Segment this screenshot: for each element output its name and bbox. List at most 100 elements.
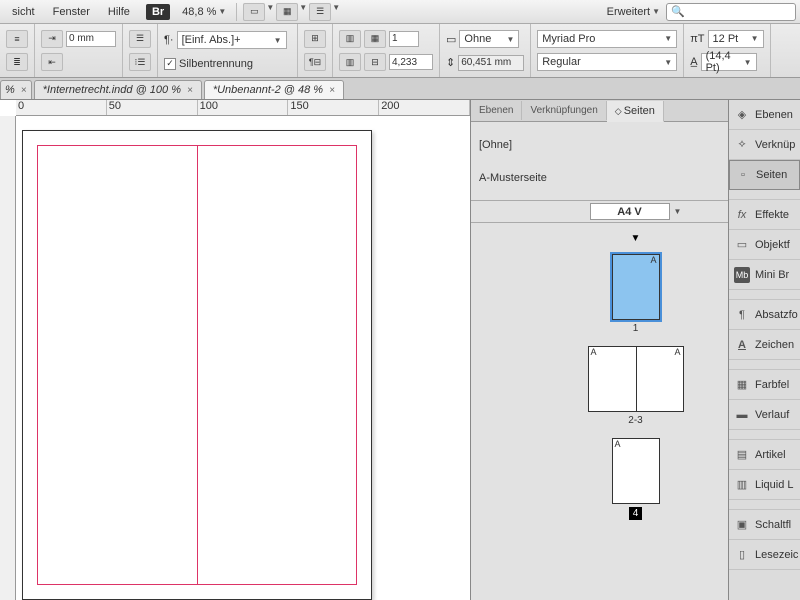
paragraph-style-dropdown[interactable]: [Einf. Abs.]+▼: [177, 31, 287, 49]
columns-icon[interactable]: ▦: [364, 30, 386, 48]
dock-gradient[interactable]: ▬Verlauf: [729, 400, 800, 430]
align-left-icon[interactable]: ≡: [6, 30, 28, 48]
chevron-down-icon[interactable]: ▼: [674, 207, 682, 216]
indent-right-icon[interactable]: ⇤: [41, 53, 63, 71]
para-style-icon: ¶·: [164, 34, 174, 46]
document-tab-1[interactable]: *Internetrecht.indd @ 100 %×: [34, 80, 202, 99]
search-icon: 🔍: [671, 5, 685, 18]
right-dock: ◈Ebenen ⟡Verknüp ▫Seiten fxEffekte ▭Obje…: [728, 100, 800, 600]
close-icon[interactable]: ×: [21, 85, 27, 96]
tab-pages[interactable]: ◇Seiten: [607, 101, 664, 122]
menu-window[interactable]: Fenster: [45, 3, 98, 21]
menu-view[interactable]: sicht: [4, 3, 43, 21]
ruler-vertical: [0, 116, 16, 600]
font-size-dropdown[interactable]: 12 Pt▼: [708, 30, 764, 48]
canvas[interactable]: 0 50 100 150 200: [0, 100, 470, 600]
ruler-horizontal: 0 50 100 150 200: [16, 100, 470, 116]
numbered-list-icon[interactable]: ⁝☰: [129, 53, 151, 71]
workspace-dropdown[interactable]: Erweitert▼: [603, 4, 664, 20]
menu-help[interactable]: Hilfe: [100, 3, 138, 21]
screen-mode-icon[interactable]: ▭: [243, 3, 265, 21]
links-icon: ⟡: [734, 137, 750, 153]
close-icon[interactable]: ×: [187, 85, 193, 96]
columns-input[interactable]: [389, 31, 419, 47]
dock-pages[interactable]: ▫Seiten: [729, 160, 800, 190]
dock-mini-bridge[interactable]: MbMini Br: [729, 260, 800, 290]
tab-suffix[interactable]: %×: [0, 80, 32, 99]
tab-links[interactable]: Verknüpfungen: [522, 101, 606, 120]
tab-layers[interactable]: Ebenen: [471, 101, 522, 120]
dock-layers[interactable]: ◈Ebenen: [729, 100, 800, 130]
spread-start-marker: ▼: [631, 233, 641, 244]
search-input[interactable]: [689, 6, 791, 18]
font-style-dropdown[interactable]: Regular▼: [537, 53, 677, 71]
leading-icon: A̲: [690, 56, 697, 68]
liquid-icon: ▥: [734, 477, 750, 493]
dock-articles[interactable]: ▤Artikel: [729, 440, 800, 470]
dock-liquid[interactable]: ▥Liquid L: [729, 470, 800, 500]
split-columns-icon[interactable]: ▥: [339, 53, 361, 71]
hyphenation-checkbox[interactable]: ✓: [164, 58, 176, 70]
document-tab-2[interactable]: *Unbenannt-2 @ 48 %×: [204, 80, 344, 99]
arrange-icon[interactable]: ▦: [276, 3, 298, 21]
dock-character-styles[interactable]: AZeichen: [729, 330, 800, 360]
bridge-icon[interactable]: Br: [146, 4, 170, 20]
effects-icon: fx: [734, 207, 750, 223]
shading-dropdown[interactable]: Ohne▼: [459, 30, 519, 48]
bridge-icon: Mb: [734, 267, 750, 283]
character-icon: A: [734, 337, 750, 353]
page-size-dropdown[interactable]: A4 V: [590, 203, 670, 220]
baseline-shift-icon[interactable]: ¶⊟: [304, 53, 326, 71]
indent-left-icon[interactable]: ⇥: [41, 30, 63, 48]
font-dropdown[interactable]: Myriad Pro▼: [537, 30, 677, 48]
height-icon: ⇕: [446, 56, 455, 69]
dock-paragraph-styles[interactable]: ¶Absatzfo: [729, 300, 800, 330]
control-bar: ≡ ≣ ⇥ ⇤ ☰ ⁝☰ ¶· [Einf. Abs.]+▼ ✓ Silbent…: [0, 24, 800, 78]
span-columns-icon[interactable]: ▥: [339, 30, 361, 48]
height-input[interactable]: [458, 55, 524, 71]
font-size-icon: πT: [690, 33, 704, 45]
view-options-group: ▭▼: [243, 3, 274, 21]
dock-bookmarks[interactable]: ▯Lesezeic: [729, 540, 800, 570]
view-settings-icon[interactable]: ☰: [309, 3, 331, 21]
swatches-icon: ▦: [734, 377, 750, 393]
bookmarks-icon: ▯: [734, 547, 750, 563]
column-guide: [197, 145, 198, 585]
menu-bar: sicht Fenster Hilfe Br 48,8 %▼ ▭▼ ▦▼ ☰▼ …: [0, 0, 800, 24]
gradient-icon: ▬: [734, 407, 750, 423]
object-styles-icon: ▭: [734, 237, 750, 253]
dock-buttons[interactable]: ▣Schaltfl: [729, 510, 800, 540]
gutter-icon[interactable]: ⊟: [364, 53, 386, 71]
spacing-input[interactable]: [389, 54, 433, 70]
page-thumbnail-4[interactable]: A: [612, 438, 660, 504]
main-area: 0 50 100 150 200 Ebenen Verknüpfungen ◇S…: [0, 100, 800, 600]
shading-icon: ▭: [446, 33, 456, 46]
page-number: 1: [633, 323, 639, 334]
dock-object-styles[interactable]: ▭Objektf: [729, 230, 800, 260]
pages-icon: ▫: [735, 167, 751, 183]
dock-swatches[interactable]: ▦Farbfel: [729, 370, 800, 400]
arrange-group: ▦▼: [276, 3, 307, 21]
leading-dropdown[interactable]: (14,4 Pt)▼: [701, 53, 757, 71]
articles-icon: ▤: [734, 447, 750, 463]
list-icon[interactable]: ☰: [129, 30, 151, 48]
close-icon[interactable]: ×: [329, 85, 335, 96]
zoom-dropdown[interactable]: 48,8 %▼: [178, 4, 230, 20]
layers-icon: ◈: [734, 107, 750, 123]
hyphenation-label: Silbentrennung: [179, 58, 253, 70]
buttons-icon: ▣: [734, 517, 750, 533]
indent-input[interactable]: [66, 31, 116, 47]
dock-links[interactable]: ⟡Verknüp: [729, 130, 800, 160]
baseline-icon[interactable]: ⊞: [304, 30, 326, 48]
align-justify-icon[interactable]: ≣: [6, 53, 28, 71]
page-thumbnail-1[interactable]: A: [612, 254, 660, 320]
page-number: 4: [629, 507, 643, 520]
options-group: ☰▼: [309, 3, 340, 21]
page-number: 2-3: [628, 415, 642, 426]
paragraph-icon: ¶: [734, 307, 750, 323]
page-spread-2-3[interactable]: A A: [588, 346, 684, 412]
document-page[interactable]: [22, 130, 372, 600]
dock-effects[interactable]: fxEffekte: [729, 200, 800, 230]
search-box[interactable]: 🔍: [666, 3, 796, 21]
document-tab-bar: %× *Internetrecht.indd @ 100 %× *Unbenan…: [0, 78, 800, 100]
